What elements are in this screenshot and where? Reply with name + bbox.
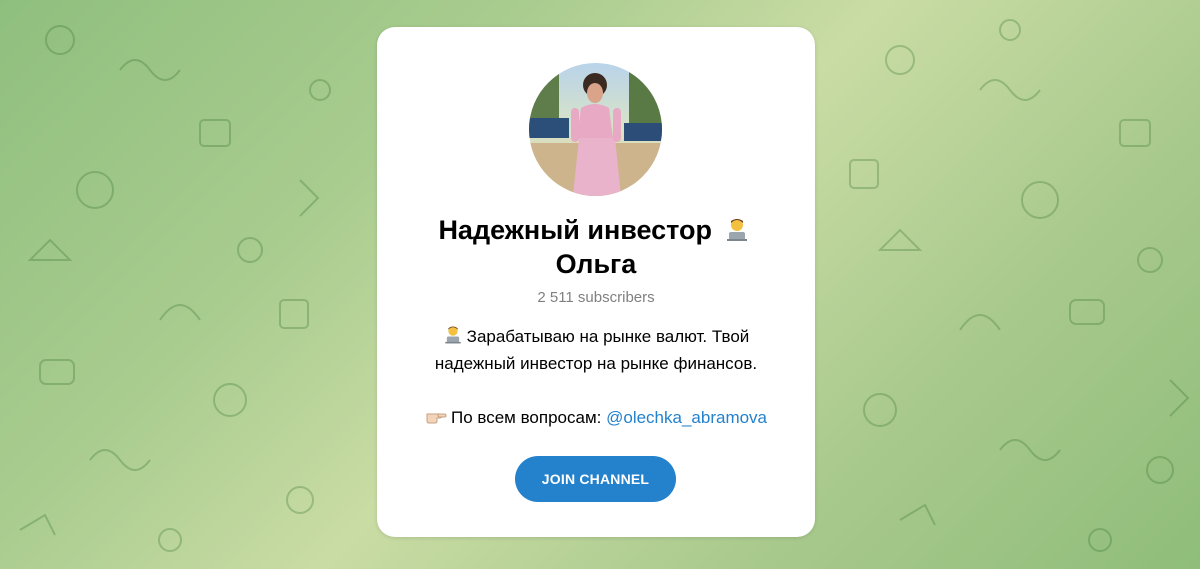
woman-technologist-icon [724,217,750,243]
channel-title-line2: Ольга [555,249,637,279]
channel-title-line1: Надежный инвестор [438,215,713,245]
contact-handle-link[interactable]: @olechka_abramova [606,408,767,427]
subscriber-count: 2 511 subscribers [537,289,655,306]
description-text-1: Зарабатываю на рынке валют. Твой [466,327,750,346]
channel-avatar [529,63,662,196]
pointing-right-icon [425,406,447,426]
channel-description: Зарабатываю на рынке валют. Твой надежны… [397,323,795,431]
description-text-2: надежный инвестор на рынке финансов. [434,354,758,373]
contact-line: По всем вопросам: @olechka_abramova [397,404,795,431]
description-line-1: Зарабатываю на рынке валют. Твой [397,323,795,350]
join-channel-button[interactable]: JOIN CHANNEL [515,456,676,502]
channel-title: Надежный инвестор Ольга [397,213,795,281]
contact-prefix: По всем вопросам: [450,408,602,427]
channel-card: Надежный инвестор Ольга 2 511 subscriber… [377,27,815,537]
woman-technologist-icon [443,325,463,345]
